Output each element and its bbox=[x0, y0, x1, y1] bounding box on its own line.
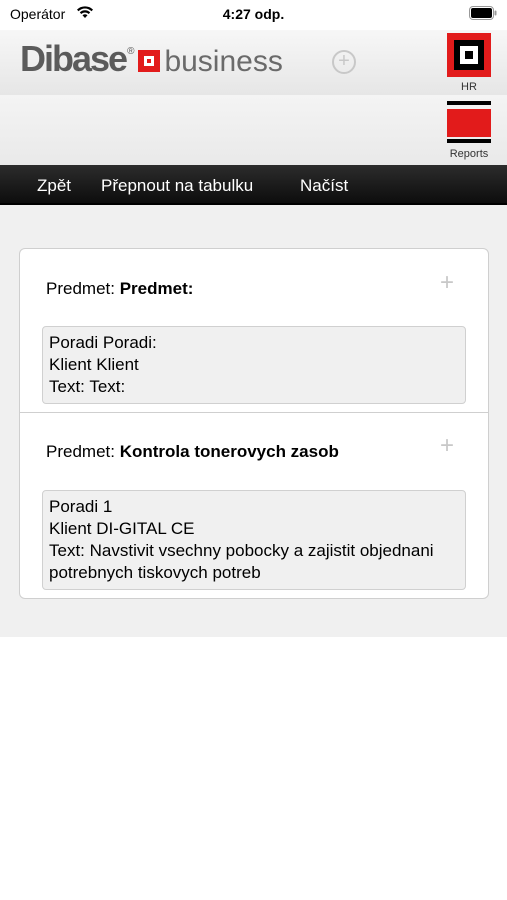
records-card: Predmet: Predmet: + Poradi Poradi: Klien… bbox=[19, 248, 489, 599]
record-order: Poradi 1 bbox=[49, 497, 113, 516]
record-subject: Predmet: Predmet: bbox=[46, 279, 193, 299]
logo-square-icon bbox=[138, 50, 161, 72]
hr-button[interactable]: HR bbox=[444, 33, 494, 95]
hr-icon bbox=[447, 33, 491, 77]
record-client: Klient DI-GITAL CE bbox=[49, 519, 195, 538]
app-header: Dibase ® business + bbox=[0, 30, 507, 95]
reports-icon bbox=[447, 109, 491, 137]
reports-icon-bottom bbox=[447, 139, 491, 143]
record-text: Text: Navstivit vsechny pobocky a zajist… bbox=[49, 541, 434, 582]
reports-icon-top bbox=[447, 101, 491, 105]
back-button[interactable]: Zpět bbox=[37, 176, 71, 196]
subject-label: Predmet: bbox=[46, 442, 115, 461]
hr-label: HR bbox=[461, 81, 477, 93]
switch-to-table-button[interactable]: Přepnout na tabulku bbox=[101, 176, 253, 196]
logo-business-text: business bbox=[164, 45, 283, 78]
record-client: Klient Klient bbox=[49, 355, 139, 374]
record-details: Poradi 1 Klient DI-GITAL CE Text: Navsti… bbox=[42, 490, 466, 590]
add-icon[interactable]: + bbox=[437, 434, 457, 458]
subject-value: Kontrola tonerovych zasob bbox=[119, 442, 339, 461]
list-item[interactable]: Predmet: Kontrola tonerovych zasob + Por… bbox=[20, 413, 488, 599]
reports-label: Reports bbox=[449, 148, 489, 160]
add-icon[interactable]: + bbox=[437, 271, 457, 295]
logo-dibase-text: Dibase bbox=[20, 38, 128, 79]
reports-button[interactable]: Reports bbox=[444, 101, 494, 163]
status-bar: Operátor 4:27 odp. bbox=[0, 0, 507, 30]
load-button[interactable]: Načíst bbox=[300, 176, 348, 196]
nav-toolbar: Zpět Přepnout na tabulku Načíst bbox=[0, 165, 507, 205]
battery-icon bbox=[469, 6, 497, 25]
registered-mark: ® bbox=[127, 45, 135, 57]
add-circle-icon[interactable]: + bbox=[332, 50, 356, 74]
record-details: Poradi Poradi: Klient Klient Text: Text: bbox=[42, 326, 466, 404]
list-item[interactable]: Predmet: Predmet: + Poradi Poradi: Klien… bbox=[20, 249, 488, 412]
record-text: Text: Text: bbox=[49, 377, 126, 396]
record-order: Poradi Poradi: bbox=[49, 333, 157, 352]
subject-value: Predmet: bbox=[119, 279, 194, 298]
header-subband bbox=[0, 95, 507, 165]
dibase-business-logo: Dibase ® business bbox=[20, 38, 283, 79]
record-subject: Predmet: Kontrola tonerovych zasob bbox=[46, 442, 339, 462]
clock: 4:27 odp. bbox=[222, 6, 285, 22]
subject-label: Predmet: bbox=[46, 279, 115, 298]
content-area: Predmet: Predmet: + Poradi Poradi: Klien… bbox=[0, 205, 507, 637]
